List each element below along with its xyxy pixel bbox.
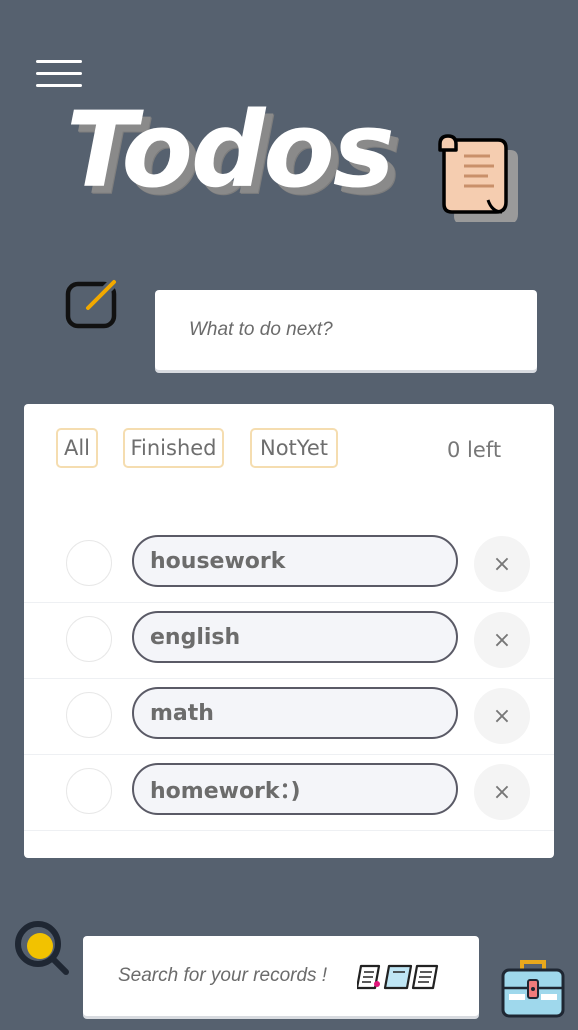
todo-checkbox[interactable] [66,616,112,662]
new-todo-input[interactable] [187,318,505,342]
filter-notyet-button[interactable]: NotYet [250,428,338,468]
todo-checkbox[interactable] [66,540,112,586]
todo-item: housework × [24,526,554,603]
edit-icon [65,278,118,329]
filter-finished-button[interactable]: Finished [123,428,224,468]
todo-checkbox[interactable] [66,768,112,814]
books-icon [357,964,439,990]
menu-bar [36,84,82,87]
todo-item: homework：) × [24,754,554,831]
todo-checkbox[interactable] [66,692,112,738]
delete-todo-button[interactable]: × [474,688,530,744]
todo-text[interactable]: english [132,611,458,663]
todo-item: math × [24,678,554,755]
delete-todo-button[interactable]: × [474,536,530,592]
todo-text[interactable]: homework：) [132,763,458,815]
scroll-icon [438,134,518,222]
new-todo-field[interactable] [155,290,537,370]
filter-all-button[interactable]: All [56,428,98,468]
delete-todo-button[interactable]: × [474,764,530,820]
toolbox-icon[interactable] [500,958,566,1020]
delete-todo-button[interactable]: × [474,612,530,668]
items-left-count: 0 left [447,438,502,462]
menu-bar [36,60,82,63]
search-field[interactable] [83,936,479,1016]
todo-panel: All Finished NotYet 0 left housework × e… [24,404,554,858]
todo-text[interactable]: housework [132,535,458,587]
page-title: Todos [66,89,395,211]
menu-bar [36,72,82,75]
search-icon[interactable] [12,918,70,976]
todo-text[interactable]: math [132,687,458,739]
search-input[interactable] [116,964,360,988]
menu-button[interactable] [36,60,82,88]
todo-item: english × [24,602,554,679]
